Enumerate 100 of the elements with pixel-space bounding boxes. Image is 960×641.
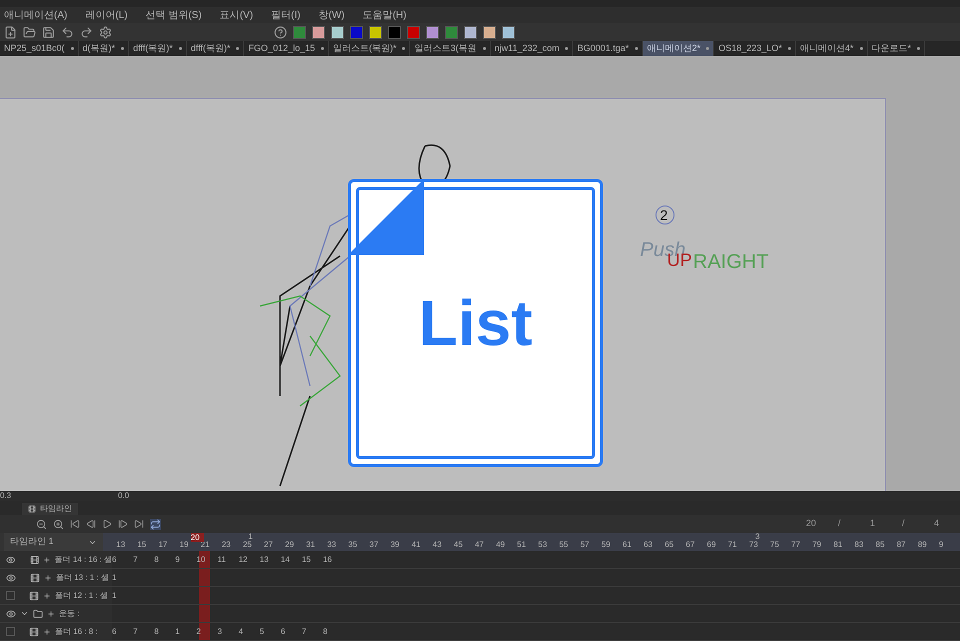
plus-icon[interactable] (44, 574, 52, 582)
ruler-label: 29 (285, 539, 295, 551)
cell-layer-icon (30, 554, 40, 564)
timeline-selector[interactable]: 타임라인 1 (4, 533, 104, 551)
previous-frame-icon[interactable] (86, 519, 96, 529)
color-swatch[interactable] (331, 26, 344, 38)
zoom-out-icon[interactable] (36, 518, 47, 530)
ruler-label: 25 (242, 539, 253, 551)
cell-number: 11 (217, 554, 227, 566)
eye-icon[interactable] (6, 608, 16, 618)
loop-icon[interactable] (150, 518, 161, 530)
visibility-checkbox[interactable] (6, 591, 15, 600)
ruler-label: 53 (538, 539, 548, 551)
first-frame-icon[interactable] (70, 519, 80, 529)
ruler-label: 13 (116, 539, 126, 551)
color-swatch[interactable] (407, 26, 420, 38)
list-label: List (418, 286, 532, 361)
color-swatch[interactable] (464, 26, 477, 38)
folder-icon[interactable] (23, 26, 36, 38)
ruler-label: 61 (622, 539, 632, 551)
cell-number: 10 (196, 554, 206, 566)
ruler-label: 43 (432, 539, 443, 551)
frame-counter: 4 (934, 517, 940, 530)
color-swatch[interactable] (369, 26, 382, 38)
zoom-in-icon[interactable] (53, 518, 64, 530)
section-marker: 3 (755, 531, 760, 541)
ruler-label: 79 (812, 539, 822, 551)
color-swatch[interactable] (502, 26, 515, 38)
eye-icon[interactable] (6, 554, 16, 564)
color-swatch[interactable] (293, 26, 306, 38)
cell-number: 4 (238, 626, 244, 638)
color-swatch[interactable] (350, 26, 363, 38)
ruler-label: 75 (770, 539, 780, 551)
cell-number: 8 (154, 554, 160, 566)
ruler-label: 51 (517, 539, 527, 551)
section-marker: 1 (248, 531, 253, 541)
ruler-label: 27 (264, 539, 274, 551)
timeline-tab[interactable]: 타임라인 (22, 503, 78, 515)
new-file-icon[interactable] (4, 26, 17, 38)
color-swatch[interactable] (312, 26, 325, 38)
menu-item[interactable]: 필터(I) (271, 8, 300, 22)
visibility-checkbox[interactable] (6, 627, 15, 636)
menu-item[interactable]: 도움말(H) (362, 8, 406, 22)
ruler-label: 55 (559, 539, 570, 551)
cell-layer-icon (30, 572, 40, 582)
layer-name[interactable]: 운동 : (59, 608, 80, 620)
plus-icon[interactable] (43, 628, 51, 636)
eye-icon[interactable] (6, 572, 16, 582)
redo-icon[interactable] (80, 26, 93, 38)
play-icon[interactable] (102, 519, 112, 529)
ruler-label: 15 (137, 539, 148, 551)
color-swatch[interactable] (445, 26, 458, 38)
film-icon (28, 505, 36, 513)
menu-item[interactable]: 레이어(L) (85, 8, 128, 22)
ruler-label: 57 (580, 539, 590, 551)
ruler-label: 81 (833, 539, 844, 551)
ruler-label: 41 (412, 539, 422, 551)
cell-number: 14 (280, 554, 291, 566)
angle-value: 0.0 (118, 490, 130, 502)
cell-number: 3 (217, 626, 223, 638)
plus-icon[interactable] (43, 592, 51, 600)
ruler-label: 31 (306, 539, 316, 551)
plus-icon[interactable] (47, 610, 55, 618)
next-frame-icon[interactable] (118, 519, 128, 529)
color-swatch[interactable] (426, 26, 439, 38)
ruler-label: 35 (348, 539, 358, 551)
cell-number: 8 (154, 626, 160, 638)
ruler-label: 77 (791, 539, 802, 551)
ruler-label: 67 (686, 539, 696, 551)
ruler-label: 45 (454, 539, 464, 551)
cell-number: 12 (238, 554, 248, 566)
current-frame-marker[interactable]: 20 (190, 533, 204, 542)
help-icon[interactable] (274, 26, 287, 38)
color-swatch[interactable] (483, 26, 496, 38)
save-icon[interactable] (42, 26, 55, 38)
expand-caret-icon[interactable] (20, 609, 29, 618)
ruler-label: 49 (496, 539, 506, 551)
gear-icon[interactable] (99, 26, 112, 38)
color-swatch[interactable] (388, 26, 401, 38)
ruler-label: 69 (706, 539, 717, 551)
ruler-label: 63 (644, 539, 654, 551)
ruler-label: 83 (854, 539, 864, 551)
ruler-label: 47 (474, 539, 485, 551)
menu-item[interactable]: 선택 범위(S) (146, 8, 202, 22)
cell-number: 1 (112, 572, 118, 584)
ruler-label: 19 (180, 539, 190, 551)
menu-item[interactable]: 창(W) (318, 8, 345, 22)
undo-icon[interactable] (61, 26, 74, 38)
ruler-label: 17 (158, 539, 168, 551)
last-frame-icon[interactable] (134, 519, 144, 529)
cell-number: 6 (112, 626, 118, 638)
cell-number: 8 (322, 626, 328, 638)
folder-icon (33, 608, 43, 618)
cell-number: 13 (260, 554, 270, 566)
plus-icon[interactable] (43, 556, 51, 564)
cell-number: 7 (133, 626, 139, 638)
ruler-label: 37 (369, 539, 380, 551)
menu-item[interactable]: 표시(V) (220, 8, 254, 22)
menu-item[interactable]: 애니메이션(A) (4, 8, 68, 22)
document-tab[interactable]: 애니메이션2* (642, 41, 714, 56)
